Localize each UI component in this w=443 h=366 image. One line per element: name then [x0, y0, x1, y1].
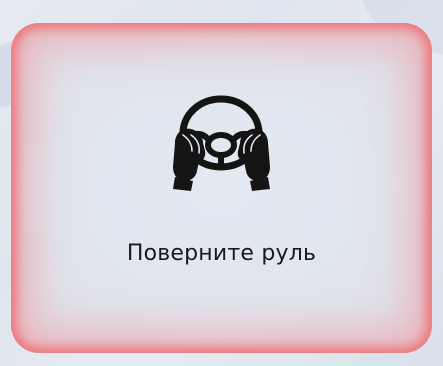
steering-wheel-hands-icon: [173, 95, 270, 191]
turn-wheel-alert: Поверните руль: [11, 23, 432, 353]
alert-message: Поверните руль: [126, 241, 317, 266]
screen-background: Поверните руль: [0, 0, 443, 366]
